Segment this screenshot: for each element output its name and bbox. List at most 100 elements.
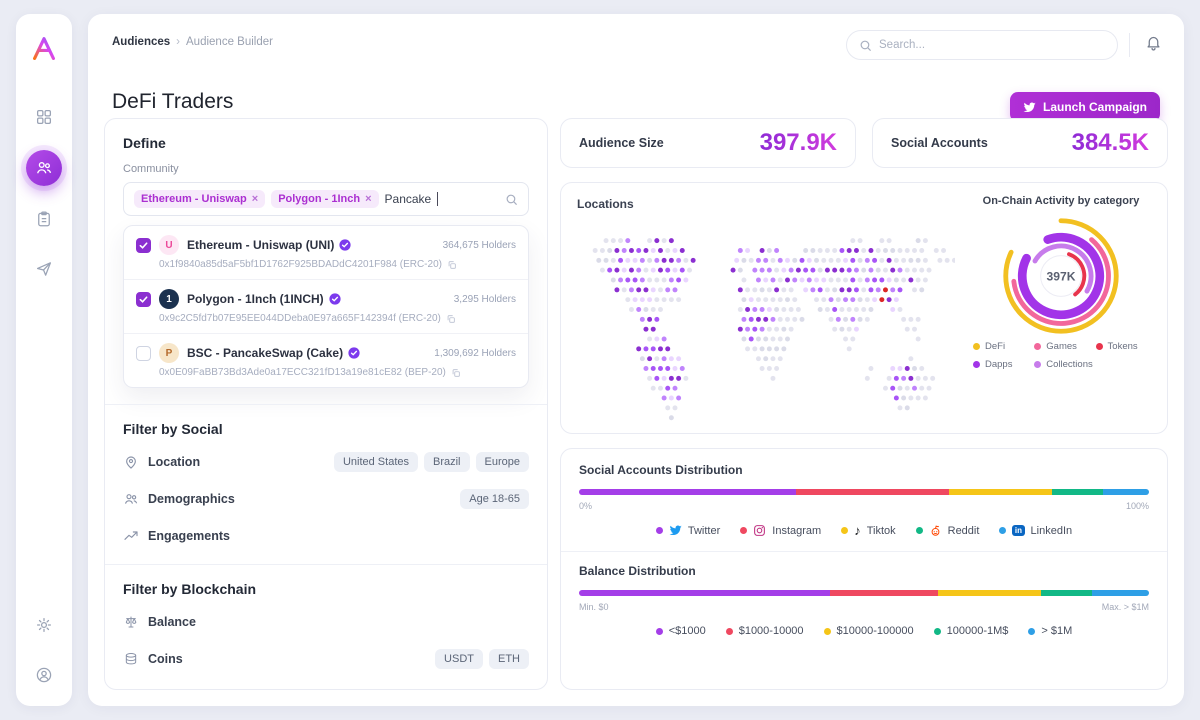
settings-gear-icon[interactable] (27, 608, 61, 642)
legend-bullet (1034, 343, 1041, 350)
filter-chip[interactable]: ETH (489, 649, 529, 669)
filter-row-coins[interactable]: Coins USDT ETH (123, 647, 529, 671)
search-input[interactable] (879, 39, 1105, 51)
filter-label: Location (148, 455, 200, 469)
sidebar (16, 14, 72, 706)
legend-label: <$1000 (669, 625, 706, 637)
stat-value: 384.5K (1072, 129, 1149, 157)
filter-label: Coins (148, 652, 183, 666)
header-divider (1129, 33, 1130, 57)
app-root: Audiences › Audience Builder DeFi Trader… (0, 0, 1200, 720)
reddit-icon (929, 524, 942, 537)
bar-segment (830, 590, 938, 596)
bar-segment (579, 590, 830, 596)
selected-community-chip[interactable]: Polygon - 1Inch × (271, 190, 378, 208)
sidebar-bottom-group (27, 608, 61, 692)
app-logo-icon[interactable] (29, 34, 59, 64)
checkbox[interactable] (136, 292, 151, 307)
legend-bullet (934, 628, 941, 635)
filter-chip[interactable]: Age 18-65 (460, 489, 529, 509)
onchain-heading: On-Chain Activity by category (965, 195, 1157, 207)
balance-distribution-heading: Balance Distribution (579, 564, 1149, 578)
trending-up-icon (123, 528, 139, 544)
sidebar-item-dashboard[interactable] (27, 100, 61, 134)
legend-bullet (656, 527, 663, 534)
location-pin-icon (123, 454, 139, 470)
verified-badge-icon (329, 293, 341, 305)
filter-row-balance[interactable]: Balance (123, 610, 529, 634)
profile-avatar-icon[interactable] (27, 658, 61, 692)
scales-icon (123, 614, 139, 630)
search-bar[interactable] (846, 30, 1118, 60)
breadcrumb-chevron-icon: › (176, 36, 180, 48)
stat-label: Audience Size (579, 136, 664, 150)
verified-badge-icon (339, 239, 351, 251)
bar-min-label: Min. $0 (579, 602, 609, 612)
filter-chip[interactable]: Europe (476, 452, 529, 472)
onchain-legend: DeFi Games Tokens Dapps Collections (965, 341, 1157, 370)
filter-row-demographics[interactable]: Demographics Age 18-65 (123, 487, 529, 511)
legend-label: Games (1046, 341, 1077, 352)
legend-bullet (656, 628, 663, 635)
legend-label: $10000-100000 (837, 625, 914, 637)
chip-remove-icon[interactable]: × (252, 193, 258, 205)
filter-row-location[interactable]: Location United States Brazil Europe (123, 450, 529, 474)
legend-label: Instagram (772, 525, 821, 537)
community-input[interactable]: Ethereum - Uniswap × Polygon - 1Inch × P… (123, 182, 529, 216)
stat-value: 397.9K (760, 129, 837, 157)
distributions-card: Social Accounts Distribution 0% 100% Twi… (560, 448, 1168, 690)
bar-segment (1092, 590, 1149, 596)
copy-icon[interactable] (446, 314, 456, 324)
legend-label: Collections (1046, 359, 1092, 370)
bar-max-label: 100% (1126, 501, 1149, 511)
locations-card: Locations On-Chain Activity by category … (560, 182, 1168, 434)
bar-min-label: 0% (579, 501, 592, 511)
community-search-icon (505, 193, 518, 206)
breadcrumb-audiences-link[interactable]: Audiences (112, 36, 170, 48)
community-dropdown: U Ethereum - Uniswap (UNI) 364,675 Holde… (123, 225, 529, 388)
bar-segment (1103, 489, 1149, 495)
filter-social-heading: Filter by Social (123, 421, 529, 437)
typed-query: Pancake (385, 192, 432, 206)
community-option-uniswap[interactable]: U Ethereum - Uniswap (UNI) 364,675 Holde… (124, 226, 528, 280)
filter-chip[interactable]: USDT (435, 649, 483, 669)
balance-distribution-legend: <$1000 $1000-10000 $10000-100000 100000-… (579, 625, 1149, 637)
legend-label: 100000-1M$ (947, 625, 1009, 637)
filter-chip[interactable]: United States (334, 452, 418, 472)
chip-remove-icon[interactable]: × (365, 193, 371, 205)
twitter-icon (1023, 101, 1036, 114)
community-option-pancakeswap[interactable]: P BSC - PancakeSwap (Cake) 1,309,692 Hol… (124, 334, 528, 387)
checkbox[interactable] (136, 346, 151, 361)
filter-chip[interactable]: Brazil (424, 452, 470, 472)
sidebar-item-campaigns[interactable] (27, 252, 61, 286)
token-name: Ethereum - Uniswap (UNI) (187, 238, 334, 252)
checkbox[interactable] (136, 238, 151, 253)
notifications-bell-icon[interactable] (1145, 34, 1162, 51)
sidebar-item-audiences[interactable] (26, 150, 62, 186)
legend-bullet (999, 527, 1006, 534)
holders-count: 1,309,692 Holders (434, 348, 516, 359)
section-divider (105, 404, 547, 405)
filter-row-nft[interactable]: NFT Assets (123, 684, 529, 690)
audience-size-card: Audience Size 397.9K (560, 118, 856, 168)
selected-community-chip[interactable]: Ethereum - Uniswap × (134, 190, 265, 208)
social-distribution-heading: Social Accounts Distribution (579, 463, 1149, 477)
sidebar-item-lists[interactable] (27, 202, 61, 236)
legend-bullet (1096, 343, 1103, 350)
copy-icon[interactable] (447, 260, 457, 270)
copy-icon[interactable] (451, 368, 461, 378)
legend-label: Twitter (688, 525, 720, 537)
bar-segment (1041, 590, 1092, 596)
twitter-icon (669, 524, 682, 537)
bar-segment (1052, 489, 1103, 495)
legend-bullet (726, 628, 733, 635)
community-option-1inch[interactable]: 1 Polygon - 1Inch (1INCH) 3,295 Holders … (124, 280, 528, 334)
social-distribution-legend: Twitter Instagram ♪ Tiktok Reddit in Lin… (579, 524, 1149, 537)
onchain-donut-chart: 397K (998, 213, 1124, 339)
social-distribution-bar (579, 489, 1149, 495)
define-card: Define Community Ethereum - Uniswap × Po… (104, 118, 548, 690)
filter-row-engagements[interactable]: Engagements (123, 524, 529, 548)
tiktok-icon: ♪ (854, 524, 861, 537)
section-divider (561, 551, 1167, 552)
token-name: Polygon - 1Inch (1INCH) (187, 292, 324, 306)
